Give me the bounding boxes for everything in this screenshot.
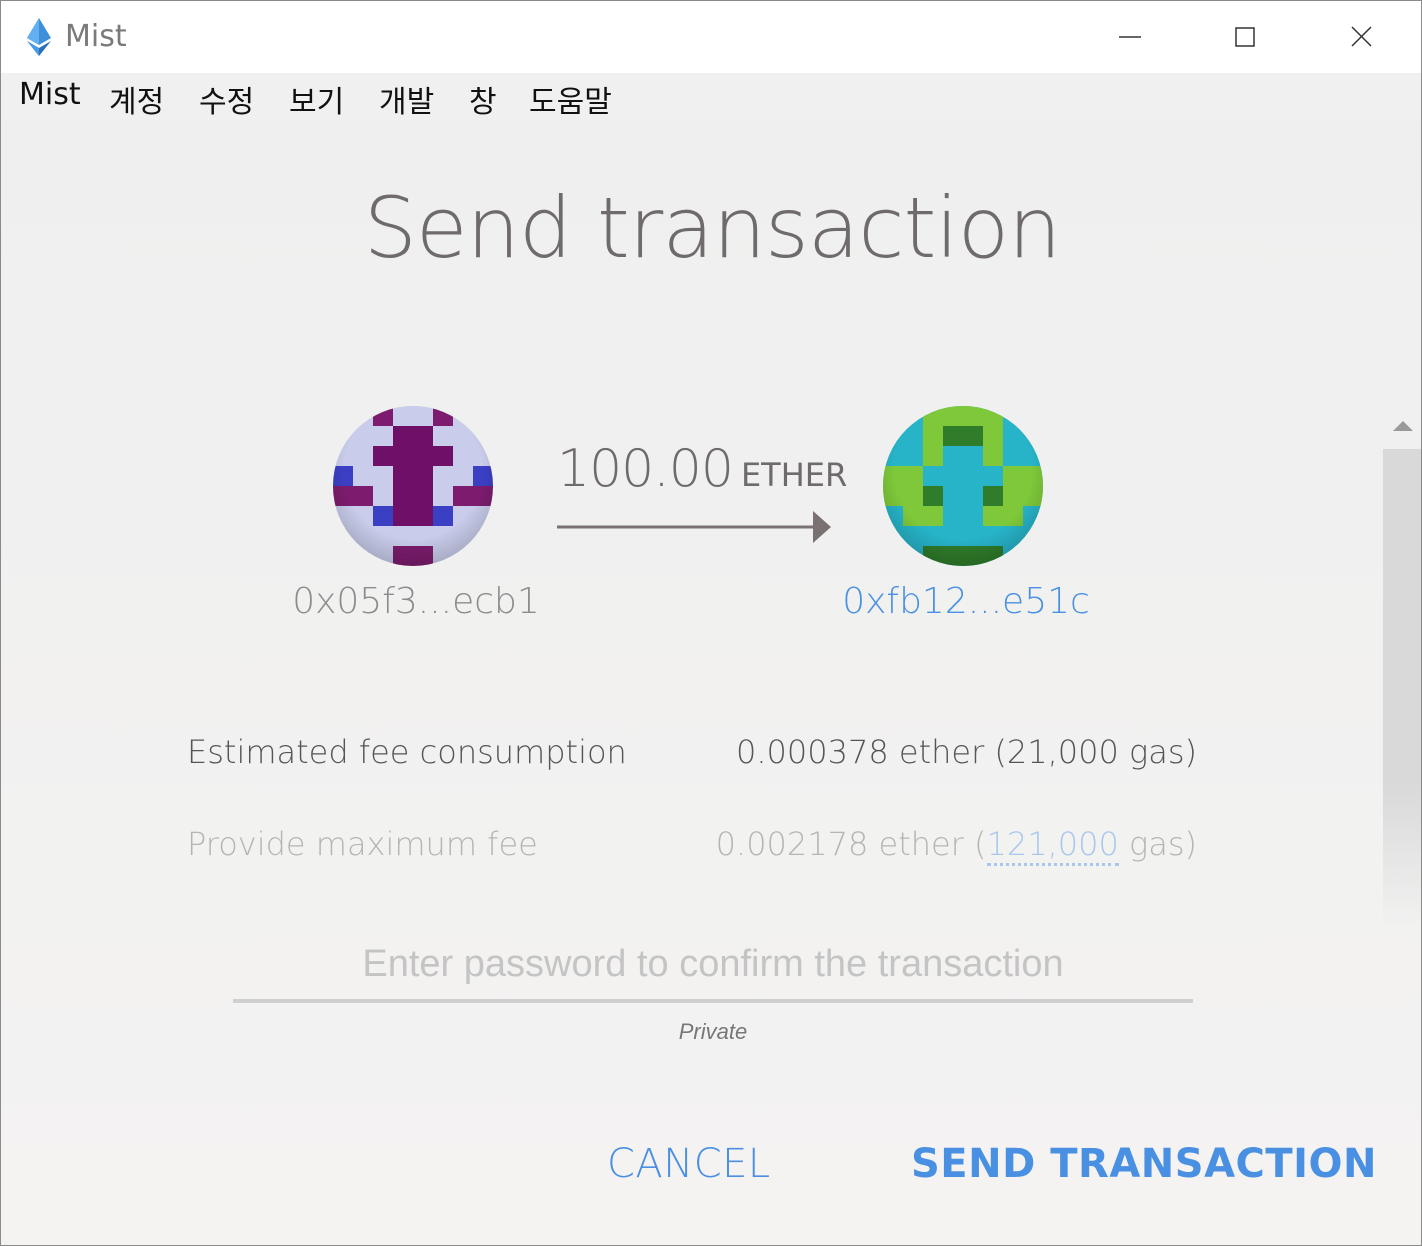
estimated-fee-label: Estimated fee consumption bbox=[187, 733, 627, 771]
menu-item-edit[interactable]: 수정 bbox=[199, 77, 254, 121]
menu-item-develop[interactable]: 개발 bbox=[379, 77, 434, 121]
to-address[interactable]: 0xfb12...e51c bbox=[813, 581, 1119, 622]
max-fee-prefix: 0.002178 ether ( bbox=[715, 825, 987, 863]
max-fee-label: Provide maximum fee bbox=[187, 825, 538, 863]
menu-item-window[interactable]: 창 bbox=[469, 77, 497, 121]
from-identicon bbox=[333, 406, 493, 566]
menu-item-help[interactable]: 도움말 bbox=[529, 77, 612, 121]
title-bar[interactable]: Mist bbox=[1, 1, 1421, 73]
amount: 100.00 ETHER bbox=[557, 439, 847, 499]
page-title: Send transaction bbox=[363, 179, 1062, 277]
password-input[interactable] bbox=[233, 929, 1193, 1003]
amount-value: 100.00 bbox=[557, 439, 734, 499]
max-fee-row: Provide maximum fee 0.002178 ether (121,… bbox=[187, 825, 1197, 875]
scroll-up-icon[interactable] bbox=[1391, 415, 1415, 435]
mist-window: Mist Mist 계정 수정 보기 개발 창 도움말 Send transac… bbox=[0, 0, 1422, 1246]
ethereum-logo-icon bbox=[25, 17, 53, 57]
vertical-scrollbar[interactable] bbox=[1383, 407, 1421, 927]
max-gas-editable[interactable]: 121,000 bbox=[986, 825, 1119, 866]
private-label: Private bbox=[678, 1019, 748, 1044]
window-title: Mist bbox=[65, 19, 127, 54]
maximize-button[interactable] bbox=[1188, 1, 1304, 73]
estimated-fee-value: 0.000378 ether (21,000 gas) bbox=[736, 733, 1197, 771]
scrollbar-thumb[interactable] bbox=[1383, 449, 1421, 927]
amount-unit: ETHER bbox=[740, 456, 848, 494]
from-address: 0x05f3...ecb1 bbox=[292, 581, 540, 622]
send-transaction-dialog: Send transaction 0x05f3...ecb1 0xfb12...… bbox=[1, 121, 1421, 1245]
to-identicon bbox=[883, 406, 1043, 566]
close-button[interactable] bbox=[1304, 1, 1420, 73]
max-fee-suffix: gas) bbox=[1118, 825, 1197, 863]
menu-bar: Mist 계정 수정 보기 개발 창 도움말 bbox=[1, 73, 1421, 121]
arrow-right-icon bbox=[557, 507, 837, 547]
menu-item-view[interactable]: 보기 bbox=[289, 77, 344, 121]
cancel-button[interactable]: CANCEL bbox=[607, 1141, 771, 1187]
estimated-fee-row: Estimated fee consumption 0.000378 ether… bbox=[187, 733, 1197, 783]
menu-item-mist[interactable]: Mist bbox=[19, 77, 81, 112]
send-transaction-button[interactable]: SEND TRANSACTION bbox=[911, 1141, 1377, 1187]
minimize-button[interactable] bbox=[1072, 1, 1188, 73]
menu-item-accounts[interactable]: 계정 bbox=[109, 77, 164, 121]
max-fee-value: 0.002178 ether (121,000 gas) bbox=[715, 825, 1197, 866]
